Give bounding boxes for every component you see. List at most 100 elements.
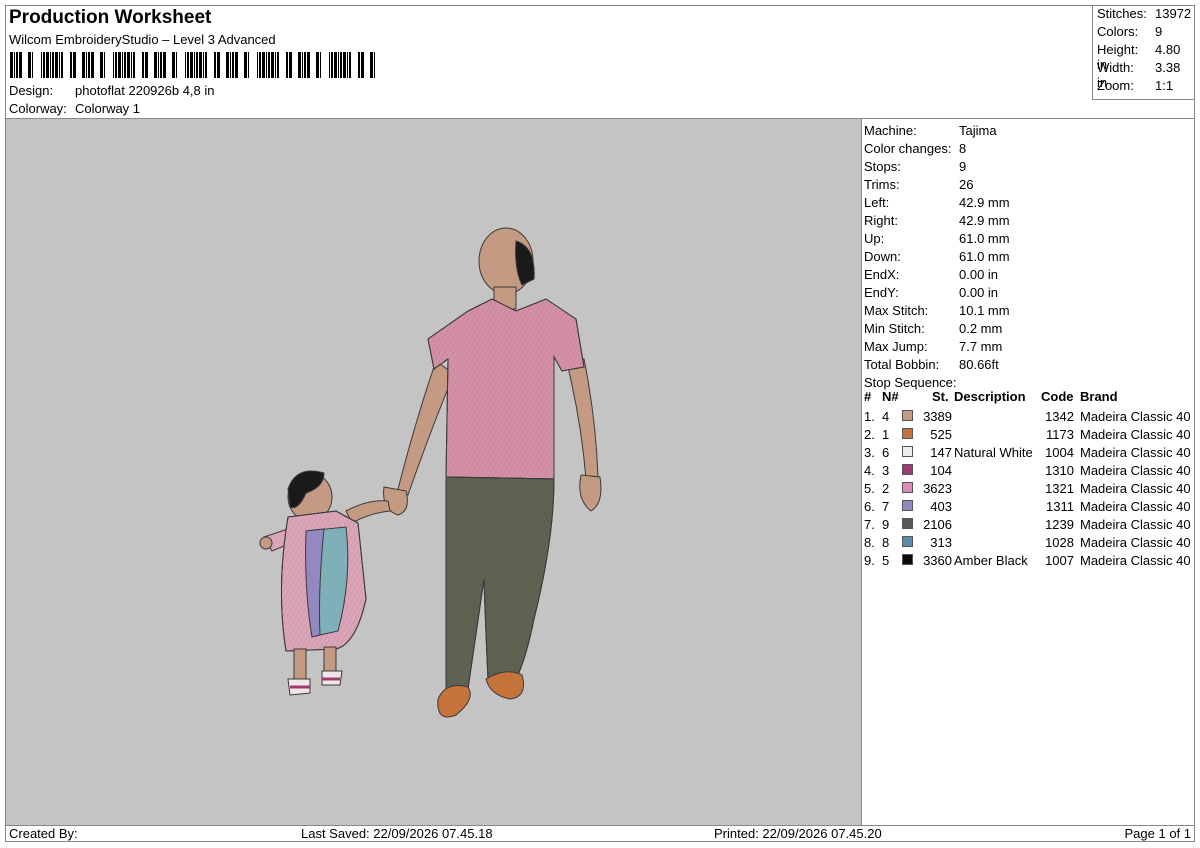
last-saved: Last Saved: 22/09/2026 07.45.18 — [301, 826, 493, 841]
row-brand: Madeira Classic 40 — [1080, 427, 1191, 442]
row-stitches: 2106 — [923, 517, 952, 532]
property-row: Stops: 9 — [864, 159, 966, 174]
property-value: 9 — [959, 159, 967, 174]
property-label: Machine: — [864, 123, 917, 138]
color-swatch — [902, 482, 913, 493]
color-swatch — [902, 554, 913, 565]
col-needle: N# — [882, 389, 899, 404]
table-row: 7. 9 2106 1239 Madeira Classic 40 — [862, 517, 1194, 535]
row-needle: 1 — [882, 427, 890, 442]
page-number: Page 1 of 1 — [1124, 826, 1192, 841]
page-title: Production Worksheet — [9, 7, 212, 28]
row-index: 4. — [864, 463, 875, 478]
footer-divider — [6, 825, 1194, 826]
row-code: 1173 — [1046, 427, 1074, 442]
property-label: Stops: — [864, 159, 901, 174]
property-value: 0.00 in — [959, 285, 999, 300]
property-row: EndX: 0.00 in — [864, 267, 998, 282]
row-needle: 9 — [882, 517, 890, 532]
property-row: Trims: 26 — [864, 177, 973, 192]
row-index: 8. — [864, 535, 875, 550]
colorway-label: Colorway: — [9, 101, 67, 116]
row-brand: Madeira Classic 40 — [1080, 535, 1191, 550]
property-label: Up: — [864, 231, 885, 246]
row-needle: 2 — [882, 481, 890, 496]
row-code: 1028 — [1045, 535, 1074, 550]
summary-stitches: Stitches: 13972 — [1097, 6, 1192, 21]
property-value: Tajima — [959, 123, 997, 138]
table-row: 1. 4 3389 1342 Madeira Classic 40 — [862, 409, 1194, 427]
property-row: Machine: Tajima — [864, 123, 997, 138]
table-row: 8. 8 313 1028 Madeira Classic 40 — [862, 535, 1194, 553]
row-code: 1310 — [1045, 463, 1074, 478]
design-label: Design: — [9, 83, 54, 98]
row-code: 1007 — [1045, 553, 1074, 568]
property-row: Total Bobbin: 80.66ft — [864, 357, 999, 372]
row-brand: Madeira Classic 40 — [1080, 481, 1191, 496]
row-needle: 4 — [882, 409, 890, 424]
row-stitches: 3623 — [923, 481, 952, 496]
printed-date: Printed: 22/09/2026 07.45.20 — [714, 826, 882, 841]
property-label: Trims: — [864, 177, 900, 192]
row-brand: Madeira Classic 40 — [1080, 499, 1191, 514]
software-name: Wilcom EmbroideryStudio – Level 3 Advanc… — [9, 32, 276, 47]
property-label: Max Stitch: — [864, 303, 929, 318]
col-index: # — [864, 389, 872, 404]
row-needle: 8 — [882, 535, 890, 550]
row-stitches: 403 — [930, 499, 952, 514]
summary-colors: Colors: 9 — [1097, 24, 1163, 39]
property-value: 42.9 mm — [959, 195, 1010, 210]
property-value: 0.2 mm — [959, 321, 1003, 336]
father-figure — [383, 227, 602, 718]
col-brand: Brand — [1080, 389, 1118, 404]
property-label: Stop Sequence: — [864, 375, 957, 390]
property-label: Min Stitch: — [864, 321, 925, 336]
row-stitches: 3360 — [923, 553, 952, 568]
row-needle: 7 — [882, 499, 890, 514]
property-label: EndY: — [864, 285, 899, 300]
property-row: Right: 42.9 mm — [864, 213, 1010, 228]
row-index: 3. — [864, 445, 875, 460]
row-stitches: 313 — [930, 535, 952, 550]
row-index: 5. — [864, 481, 875, 496]
summary-zoom: Zoom: 1:1 — [1097, 78, 1174, 93]
col-code: Code — [1041, 389, 1074, 404]
design-preview — [6, 119, 862, 825]
row-needle: 3 — [882, 463, 890, 478]
property-row: Up: 61.0 mm — [864, 231, 1010, 246]
row-stitches: 3389 — [923, 409, 952, 424]
row-index: 9. — [864, 553, 875, 568]
property-row: Down: 61.0 mm — [864, 249, 1010, 264]
table-row: 9. 5 3360 Amber Black 1007 Madeira Classic 40 — [862, 553, 1194, 571]
row-needle: 5 — [882, 553, 890, 568]
color-swatch — [902, 428, 913, 439]
property-row: Stop Sequence: — [864, 375, 959, 390]
property-value: 10.1 mm — [959, 303, 1010, 318]
row-brand: Madeira Classic 40 — [1080, 517, 1191, 532]
property-row: Min Stitch: 0.2 mm — [864, 321, 1002, 336]
col-stitches: St. — [932, 389, 949, 404]
row-brand: Madeira Classic 40 — [1080, 463, 1191, 478]
embroidery-design-image — [259, 227, 602, 718]
property-value: 0.00 in — [959, 267, 999, 282]
row-stitches: 104 — [930, 463, 952, 478]
created-by: Created By: — [9, 826, 78, 841]
row-description: Natural White — [954, 445, 1033, 460]
colorway-row: Colorway: Colorway 1 — [9, 101, 140, 116]
barcode-image — [10, 52, 375, 78]
row-needle: 6 — [882, 445, 890, 460]
property-label: Color changes: — [864, 141, 952, 156]
table-row: 6. 7 403 1311 Madeira Classic 40 — [862, 499, 1194, 517]
property-value: 42.9 mm — [959, 213, 1010, 228]
production-worksheet: Production Worksheet Wilcom EmbroiderySt… — [5, 5, 1195, 842]
color-swatch — [902, 536, 913, 547]
child-figure — [259, 470, 391, 696]
row-code: 1004 — [1045, 445, 1074, 460]
row-code: 1342 — [1045, 409, 1074, 424]
row-code: 1321 — [1045, 481, 1074, 496]
property-value: 7.7 mm — [959, 339, 1003, 354]
table-row: 5. 2 3623 1321 Madeira Classic 40 — [862, 481, 1194, 499]
table-row: 2. 1 525 1173 Madeira Classic 40 — [862, 427, 1194, 445]
property-row: Color changes: 8 — [864, 141, 966, 156]
properties-panel: Machine: Tajima Color changes: 8 Stops: 9 Trim… — [862, 119, 1194, 825]
